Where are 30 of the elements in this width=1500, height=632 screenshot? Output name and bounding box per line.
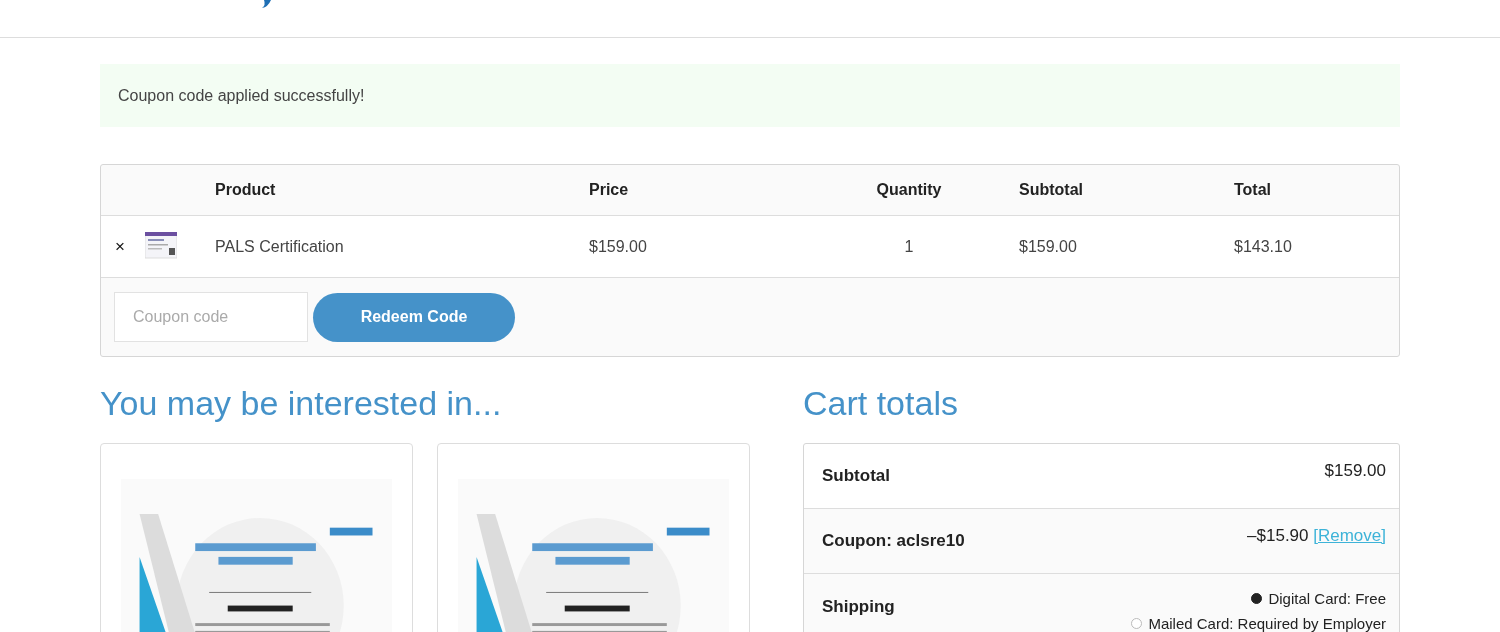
total-cell: $143.10 <box>1234 237 1292 255</box>
product-name: PALS Certification <box>215 237 344 255</box>
column-header: Price <box>589 181 629 198</box>
coupon-input[interactable]: Coupon code <box>114 292 308 342</box>
column-header: Subtotal <box>1019 181 1083 198</box>
column-header: Total <box>1234 181 1272 198</box>
remove-coupon-link[interactable]: [Remove] <box>1313 526 1386 545</box>
product-card[interactable] <box>100 443 413 632</box>
radio-button[interactable] <box>1251 593 1263 604</box>
section-heading: You may be interested in... <box>100 383 503 423</box>
section-heading: Cart totals <box>803 383 959 423</box>
notice-message: Coupon code applied successfully! <box>118 86 365 105</box>
logo-icon <box>260 0 272 8</box>
price-cell: $159.00 <box>589 237 647 255</box>
shipping-option: Digital Card: Free <box>1268 590 1386 607</box>
shipping-option: Mailed Card: Required by Employer <box>1148 615 1386 632</box>
certificate-thumbnail-icon[interactable] <box>145 231 177 262</box>
remove-link[interactable]: × <box>115 236 125 256</box>
row-label: Coupon: aclsre10 <box>822 531 965 551</box>
column-header: Product <box>215 181 276 198</box>
product-card[interactable] <box>437 443 750 632</box>
column-header: Quantity <box>876 181 942 198</box>
subtotal-cell: $159.00 <box>1019 237 1077 255</box>
subtotal-value: $159.00 <box>1324 460 1386 481</box>
row-label: Subtotal <box>822 466 890 486</box>
radio-button[interactable] <box>1131 618 1143 629</box>
quantity-cell: 1 <box>904 237 914 255</box>
row-label: Shipping <box>822 596 895 617</box>
discount-value: –$15.90 <box>1247 526 1309 545</box>
redeem-button[interactable]: Redeem Code <box>313 292 515 342</box>
